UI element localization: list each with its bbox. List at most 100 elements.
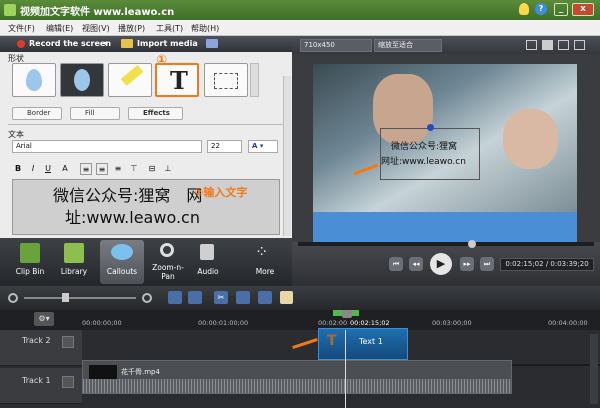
valign-bottom-button[interactable]: ⊥ — [162, 163, 174, 175]
pan-hand-icon[interactable] — [542, 40, 553, 50]
help-question-icon[interactable]: ? — [535, 3, 547, 15]
window-title: 视频加文字软件 www.leawo.cn — [20, 7, 175, 18]
chevron-down-icon[interactable]: ▾ — [104, 39, 108, 48]
video-canvas[interactable]: 微信公众号:狸窝 网址:www.leawo.cn — [313, 64, 577, 262]
preview-scrubber[interactable] — [298, 242, 594, 246]
italic-button[interactable]: I — [27, 163, 39, 175]
cut-icon[interactable]: ✂ — [214, 291, 228, 304]
crop-icon[interactable] — [526, 40, 537, 50]
shape-click-callout[interactable] — [204, 63, 248, 97]
menu-play[interactable]: 播放(P) — [118, 23, 145, 34]
close-button[interactable]: x — [572, 3, 594, 16]
playhead-line — [345, 330, 346, 408]
tab-zoom-n-pan[interactable]: Zoom-n-Pan — [146, 240, 190, 284]
valign-middle-button[interactable]: ⊟ — [146, 163, 158, 175]
font-select[interactable]: Arial — [12, 140, 202, 153]
playhead-handle[interactable] — [342, 310, 352, 318]
detach-icon[interactable] — [558, 40, 569, 50]
shape-drop-callout[interactable] — [12, 63, 56, 97]
track-name: Track 2 — [22, 336, 51, 345]
step-back-button[interactable]: ◂◂ — [409, 257, 423, 271]
produce-icon[interactable] — [206, 39, 218, 48]
font-color-button[interactable]: A ▾ — [248, 140, 278, 153]
border-button[interactable]: Border — [12, 107, 62, 120]
overlay-line1: 微信公众号:狸窝 — [391, 142, 458, 152]
step2-annotation: ②输入文字 — [194, 186, 248, 199]
menu-help[interactable]: 帮助(H) — [191, 23, 219, 34]
align-right-button[interactable]: ≡ — [112, 163, 124, 175]
timeline-ruler[interactable]: ⚙▾ 00:00:00;00 00:00:01:00;00 00:02:00 0… — [0, 310, 600, 330]
gear-icon[interactable]: ⚙▾ — [34, 312, 54, 326]
underline-button[interactable]: U — [42, 163, 54, 175]
text-section-label: 文本 — [8, 130, 24, 139]
callouts-panel: Record the screen ▾ Import media 形状 T ① … — [0, 36, 292, 238]
zoom-out-icon[interactable] — [8, 293, 18, 303]
speech-bubble-icon — [111, 244, 133, 260]
lock-icon[interactable] — [62, 376, 74, 388]
zoom-in-icon[interactable] — [142, 293, 152, 303]
audio-waveform — [83, 379, 511, 393]
menu-view[interactable]: 视图(V) — [82, 23, 110, 34]
tick-label: 00:02:00 — [318, 319, 348, 327]
shape-text-callout[interactable]: T — [155, 63, 199, 97]
fill-button[interactable]: Fill — [70, 107, 120, 120]
text-color-button[interactable]: A — [59, 163, 71, 175]
align-left-button[interactable]: ≡ — [80, 163, 92, 175]
redo-button[interactable] — [188, 291, 202, 304]
zoom-fit-dropdown[interactable]: 缩放至适合 — [374, 39, 442, 52]
film-icon — [20, 243, 40, 263]
tick-label: 00:04:00;00 — [548, 319, 588, 327]
help-bulb-icon[interactable] — [519, 3, 529, 15]
shape-highlight[interactable] — [108, 63, 152, 97]
menu-edit[interactable]: 编辑(E) — [46, 23, 73, 34]
valign-top-button[interactable]: ⊤ — [128, 163, 140, 175]
shape-drop-dark[interactable] — [60, 63, 104, 97]
shape-scrollbar[interactable] — [250, 63, 259, 97]
paste-button[interactable] — [280, 291, 293, 304]
record-icon — [17, 40, 25, 48]
skip-back-button[interactable]: ⏮ — [389, 257, 403, 271]
resolution-dropdown[interactable]: 710x450 — [300, 39, 372, 52]
menu-file[interactable]: 文件(F) — [8, 23, 35, 34]
folder-icon — [121, 39, 133, 48]
callout-text-line1: 微信公众号:狸窝 网 — [53, 186, 203, 205]
minimize-button[interactable]: _ — [554, 3, 568, 16]
skip-forward-button[interactable]: ⏭ — [480, 257, 494, 271]
tab-label: Audio — [197, 267, 219, 276]
rotate-handle[interactable] — [427, 124, 434, 131]
video-clip[interactable]: 花千骨.mp4 — [82, 360, 512, 394]
effects-button[interactable]: Effects — [128, 107, 183, 120]
undo-button[interactable] — [168, 291, 182, 304]
timeline-scrollbar[interactable] — [590, 334, 598, 404]
preview-toolbar: 710x450 缩放至适合 — [292, 36, 600, 54]
tab-callouts[interactable]: Callouts — [100, 240, 144, 284]
tab-label: Library — [60, 267, 88, 276]
tab-label: More — [255, 267, 275, 276]
tab-library[interactable]: Library — [52, 240, 96, 284]
panel-scrollbar[interactable] — [283, 76, 291, 236]
fullscreen-icon[interactable] — [574, 40, 585, 50]
overlay-line2: 网址:www.leawo.cn — [381, 157, 466, 167]
step-forward-button[interactable]: ▸▸ — [460, 257, 474, 271]
timeline-toolbar: ✂ — [0, 286, 600, 310]
menu-tools[interactable]: 工具(T) — [156, 23, 183, 34]
app-icon — [4, 4, 16, 16]
tab-more[interactable]: ⁘ More — [243, 240, 287, 284]
zoom-slider-handle[interactable] — [62, 293, 69, 302]
copy-button[interactable] — [258, 291, 272, 304]
zoom-slider[interactable] — [24, 297, 136, 299]
font-size-select[interactable]: 22 — [207, 140, 242, 153]
tab-audio[interactable]: Audio — [186, 240, 230, 284]
text-callout-box[interactable]: 微信公众号:狸窝 网址:www.leawo.cn — [380, 128, 480, 180]
split-button[interactable] — [236, 291, 250, 304]
play-button[interactable]: ▶ — [430, 253, 452, 275]
lock-icon[interactable] — [62, 336, 74, 348]
import-media-button[interactable]: Import media — [137, 39, 198, 48]
align-center-button[interactable]: ≡ — [96, 163, 108, 175]
bold-button[interactable]: B — [12, 163, 24, 175]
tab-clip-bin[interactable]: Clip Bin — [8, 240, 52, 284]
playback-controls: ⏮ ◂◂ ▶ ▸▸ ⏭ 0:02:15;02 / 0:03:39;20 — [292, 240, 600, 286]
text-clip[interactable]: Text 1 T — [318, 328, 408, 360]
scrubber-handle[interactable] — [468, 240, 476, 248]
record-screen-button[interactable]: Record the screen — [29, 39, 111, 48]
